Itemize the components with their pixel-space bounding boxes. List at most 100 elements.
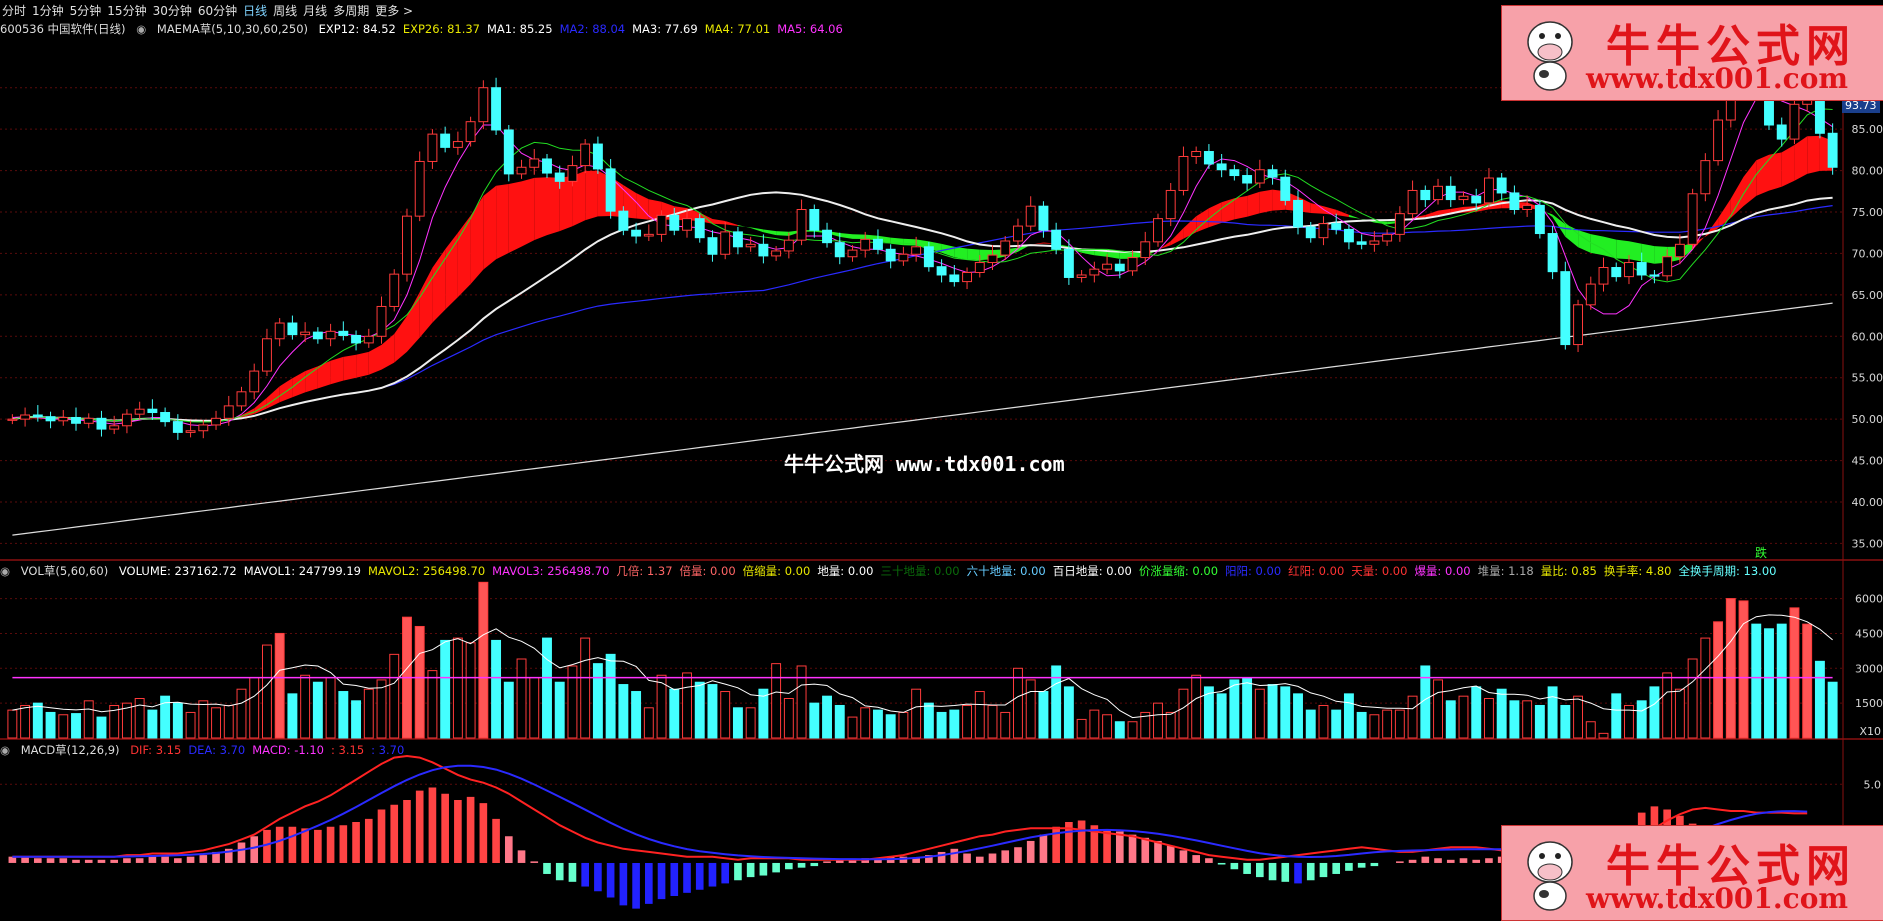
candle-body: [161, 413, 170, 422]
candle-body: [313, 332, 322, 339]
candle-body: [122, 414, 131, 426]
volume-bar: [848, 717, 857, 738]
ema-ribbon-segment: [445, 233, 458, 310]
candle-body: [1663, 257, 1672, 276]
volume-bar: [1217, 694, 1226, 738]
candle-body: [555, 173, 564, 181]
vol-tick-label: 3000: [1855, 662, 1883, 675]
candle-body: [1294, 200, 1303, 227]
ema-ribbon-segment: [331, 357, 344, 384]
candle-body: [873, 239, 882, 249]
candle-body: [733, 232, 742, 247]
candle-body: [135, 409, 144, 414]
candle-body: [1612, 268, 1621, 277]
ema-ribbon-segment: [713, 219, 726, 224]
candle-body: [212, 418, 221, 425]
volume-bar: [1255, 689, 1264, 738]
volume-bar: [810, 703, 819, 738]
candle-body: [46, 417, 55, 421]
volume-bar: [301, 675, 310, 738]
candle-body: [581, 144, 590, 166]
candle-body: [848, 250, 857, 257]
volume-bar: [1714, 622, 1723, 738]
volume-bar: [746, 708, 755, 738]
candle-body: [1625, 263, 1634, 277]
candle-body: [746, 244, 755, 246]
ema-ribbon-segment: [1782, 145, 1795, 187]
y-tick-label: 40.00: [1852, 496, 1883, 509]
volume-bar: [492, 640, 501, 738]
volume-bar: [581, 638, 590, 738]
candle-body: [352, 335, 361, 342]
volume-bar: [1663, 673, 1672, 738]
volume-bar: [453, 638, 462, 738]
candle-body: [1574, 305, 1583, 345]
volume-bar: [1586, 722, 1595, 738]
volume-bar: [530, 678, 539, 738]
candle-body: [1523, 205, 1532, 209]
volume-bar: [937, 712, 946, 738]
volume-bar: [1434, 680, 1443, 738]
ema-ribbon-segment: [280, 378, 293, 402]
volume-bar: [988, 705, 997, 738]
candle-body: [1077, 275, 1086, 277]
volume-bar: [568, 666, 577, 738]
ema-ribbon-segment: [636, 193, 649, 220]
volume-bar: [339, 692, 348, 738]
candle-body: [492, 88, 501, 130]
ema-ribbon-segment: [1234, 196, 1247, 220]
candle-body: [988, 255, 997, 262]
candle-body: [1395, 214, 1404, 235]
candle-body: [721, 232, 730, 254]
candle-body: [1255, 170, 1264, 183]
ema-ribbon-segment: [343, 355, 356, 381]
cow-mascot-icon: [1520, 836, 1580, 912]
volume-bar: [1726, 599, 1735, 738]
volume-bar: [950, 710, 959, 738]
volume-bar: [364, 689, 373, 738]
candle-body: [110, 426, 119, 429]
volume-bar: [861, 708, 870, 738]
volume-bar: [390, 654, 399, 738]
candle-body: [59, 417, 68, 420]
candle-body: [1103, 264, 1112, 269]
ema-ribbon-segment: [292, 371, 305, 397]
ema-ribbon-segment: [1247, 192, 1260, 217]
candle-body: [924, 247, 933, 267]
candle-body: [1001, 241, 1010, 255]
candle-body: [810, 210, 819, 231]
ema-ribbon-segment: [1642, 244, 1655, 264]
volume-bar: [517, 659, 526, 738]
volume-bar: [1599, 733, 1608, 738]
volume-bar: [1497, 689, 1506, 738]
vol-tick-label: 1500: [1855, 697, 1883, 710]
volume-bar: [670, 689, 679, 738]
ema-ribbon-segment: [1807, 136, 1820, 174]
ema-ribbon-segment: [382, 334, 395, 370]
volume-bar: [1548, 687, 1557, 738]
volume-bar: [683, 673, 692, 738]
y-tick-label: 85.00: [1852, 123, 1883, 136]
volume-bar: [250, 678, 259, 738]
volume-bar: [835, 705, 844, 738]
candle-body: [1497, 178, 1506, 193]
volume-bar: [212, 708, 221, 738]
volume-bar: [708, 685, 717, 738]
candle-body: [1586, 284, 1595, 305]
volume-bar: [695, 682, 704, 738]
volume-bar: [224, 705, 233, 738]
ema-ribbon-segment: [305, 366, 318, 392]
candle-body: [326, 331, 335, 338]
candle-body: [186, 431, 195, 433]
volume-bar: [186, 712, 195, 738]
candle-body: [683, 219, 692, 231]
ema-ribbon-segment: [725, 221, 738, 226]
candle-body: [33, 415, 42, 417]
watermark-banner-bottom: 牛牛公式网 www.tdx001.com: [1501, 825, 1883, 921]
candle-body: [1777, 125, 1786, 139]
ema-ribbon-segment: [751, 227, 764, 232]
candle-body: [1434, 186, 1443, 199]
candle-body: [250, 371, 259, 392]
candle-body: [1383, 234, 1392, 241]
candle-body: [1192, 152, 1201, 157]
